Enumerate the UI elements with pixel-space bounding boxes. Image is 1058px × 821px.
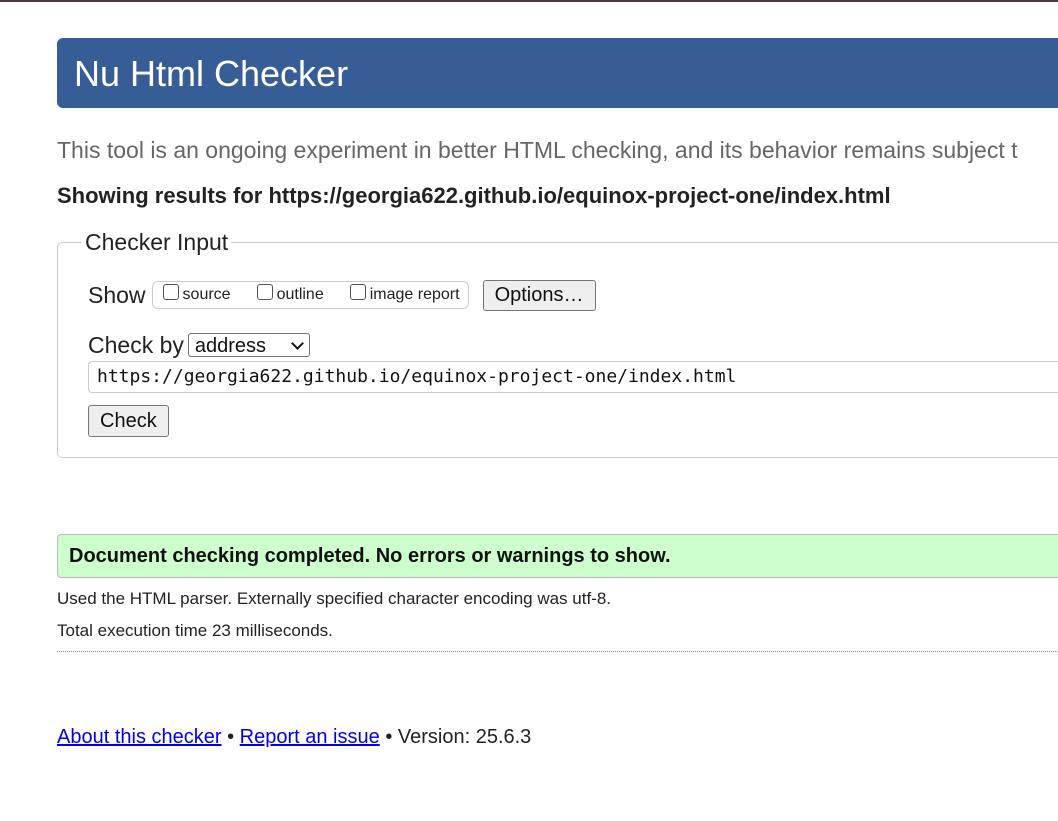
divider [57, 651, 1058, 652]
parser-info: Used the HTML parser. Externally specifi… [57, 589, 612, 608]
checker-input-legend: Checker Input [85, 229, 229, 255]
show-image-report-option[interactable]: image report [349, 284, 460, 304]
show-options-group: source outline image report [151, 281, 469, 309]
check-by-row: Check by address [88, 331, 310, 359]
about-checker-link[interactable]: About this checker [57, 726, 222, 748]
source-checkbox[interactable] [162, 284, 179, 300]
footer: About this checker • Report an issue • V… [57, 726, 531, 749]
page-title: Nu Html Checker [74, 53, 349, 94]
success-message-box: Document checking completed. No errors o… [57, 534, 1058, 578]
options-button[interactable]: Options… [482, 279, 596, 311]
show-outline-option[interactable]: outline [256, 284, 324, 304]
source-checkbox-label: source [182, 286, 231, 303]
show-options-row: Show source outline image report Options… [88, 279, 596, 311]
outline-checkbox[interactable] [256, 284, 273, 300]
page-header: Nu Html Checker [57, 38, 1058, 108]
page: Nu Html Checker This tool is an ongoing … [57, 0, 1058, 821]
success-message: Document checking completed. No errors o… [69, 545, 671, 567]
check-by-selected-value: address [194, 335, 267, 357]
check-button[interactable]: Check [88, 405, 169, 437]
image-report-checkbox-label: image report [369, 286, 460, 303]
check-by-select[interactable]: address [187, 333, 310, 357]
chevron-down-icon [291, 337, 304, 350]
footer-separator: • [227, 726, 235, 748]
results-for-heading: Showing results for https://georgia622.g… [57, 183, 891, 208]
version-text: • Version: 25.6.3 [385, 726, 532, 748]
report-issue-link[interactable]: Report an issue [240, 726, 380, 748]
image-report-checkbox[interactable] [349, 284, 366, 300]
execution-time: Total execution time 23 milliseconds. [57, 621, 333, 640]
outline-checkbox-label: outline [276, 286, 324, 303]
check-by-label: Check by [88, 332, 184, 358]
intro-text: This tool is an ongoing experiment in be… [57, 137, 1018, 163]
show-label: Show [88, 281, 146, 308]
url-input[interactable]: https://georgia622.github.io/equinox-pro… [88, 361, 1058, 393]
show-source-option[interactable]: source [162, 284, 231, 304]
